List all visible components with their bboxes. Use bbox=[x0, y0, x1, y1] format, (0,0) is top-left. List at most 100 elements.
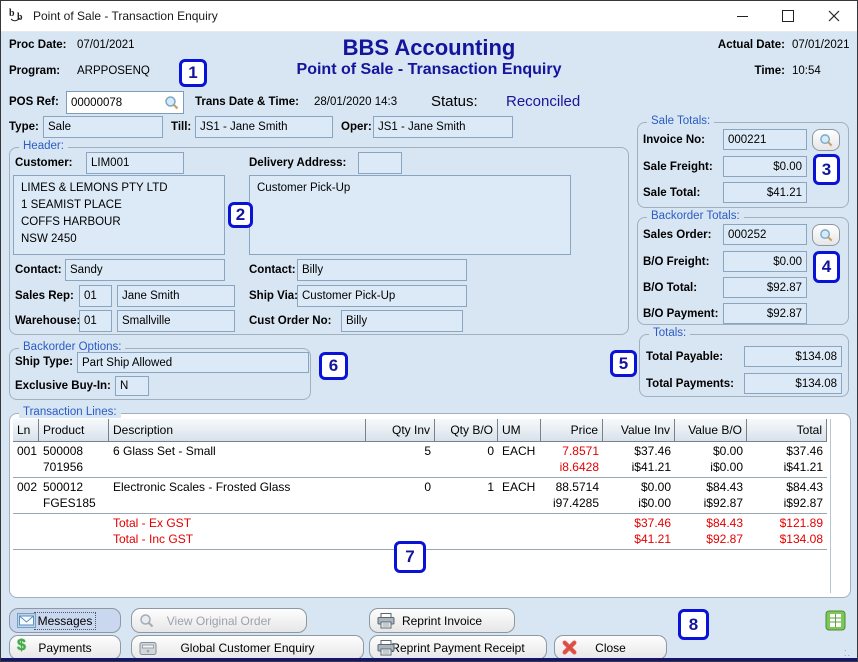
cell-qty-bo: 0 bbox=[435, 443, 498, 459]
search-icon bbox=[819, 133, 834, 148]
customer-field[interactable]: LIM001 bbox=[86, 152, 184, 174]
col-product[interactable]: Product bbox=[39, 419, 109, 441]
col-value-inv[interactable]: Value Inv bbox=[603, 419, 675, 441]
window-title: Point of Sale - Transaction Enquiry bbox=[33, 1, 218, 31]
warehouse-name-field[interactable]: Smallville bbox=[117, 310, 235, 332]
cust-order-field[interactable]: Billy bbox=[341, 310, 463, 332]
type-field[interactable]: Sale bbox=[43, 116, 163, 138]
ship-via-field[interactable]: Customer Pick-Up bbox=[297, 285, 467, 307]
cell-total: $37.46 bbox=[747, 443, 827, 459]
annotation-badge-5: 5 bbox=[610, 350, 637, 377]
warehouse-code-field[interactable]: 01 bbox=[79, 310, 112, 332]
col-um[interactable]: UM bbox=[498, 419, 541, 441]
sales-rep-code-field[interactable]: 01 bbox=[79, 285, 112, 307]
bo-payment-field[interactable]: $92.87 bbox=[723, 303, 807, 324]
table-row[interactable]: 001 500008 6 Glass Set - Small 5 0 EACH … bbox=[13, 442, 827, 478]
oper-field[interactable]: JS1 - Jane Smith bbox=[373, 116, 513, 138]
sale-freight-field[interactable]: $0.00 bbox=[723, 156, 807, 177]
close-x-icon bbox=[562, 640, 580, 656]
col-qty-bo[interactable]: Qty B/O bbox=[435, 419, 498, 441]
maximize-icon bbox=[782, 10, 794, 22]
cell-description: Electronic Scales - Frosted Glass bbox=[109, 479, 366, 495]
sales-rep-name-field[interactable]: Jane Smith bbox=[117, 285, 235, 307]
bo-freight-field[interactable]: $0.00 bbox=[723, 251, 807, 272]
cell-value-bo2: i$92.87 bbox=[675, 495, 747, 511]
bo-freight-label: B/O Freight: bbox=[643, 256, 709, 268]
cell-price: 7.8571 bbox=[541, 443, 603, 459]
cell-price2: i8.6428 bbox=[541, 459, 603, 475]
annotation-badge-7: 7 bbox=[394, 541, 426, 573]
view-original-order-button[interactable]: View Original Order bbox=[131, 608, 307, 633]
invoice-no-field[interactable]: 000221 bbox=[723, 129, 807, 150]
table-row[interactable]: 002 500012 Electronic Scales - Frosted G… bbox=[13, 478, 827, 514]
total-payments-label: Total Payments: bbox=[646, 378, 734, 390]
total-payable-field[interactable]: $134.08 bbox=[744, 346, 842, 367]
col-value-bo[interactable]: Value B/O bbox=[675, 419, 747, 441]
close-button-label: Close bbox=[595, 641, 626, 655]
svg-text:b: b bbox=[9, 8, 15, 19]
proc-date-label: Proc Date: bbox=[9, 39, 67, 51]
sales-order-label: Sales Order: bbox=[643, 229, 711, 241]
contact2-field[interactable]: Billy bbox=[297, 259, 467, 281]
cell-um: EACH bbox=[498, 479, 541, 495]
cell-ln: 001 bbox=[13, 443, 39, 459]
minimize-button[interactable] bbox=[719, 1, 765, 31]
billing-address-box[interactable]: LIMES & LEMONS PTY LTD 1 SEAMIST PLACE C… bbox=[13, 175, 225, 255]
sales-order-field[interactable]: 000252 bbox=[723, 224, 807, 245]
cell-qty-inv: 5 bbox=[366, 443, 435, 459]
sales-order-search-button[interactable] bbox=[812, 224, 840, 246]
application-window: bb Point of Sale - Transaction Enquiry P… bbox=[0, 0, 858, 662]
delivery-address-box[interactable]: Customer Pick-Up bbox=[249, 175, 571, 255]
totals-inc-gst-value-bo: $92.87 bbox=[675, 531, 747, 547]
cell-product: 500008 bbox=[39, 443, 109, 459]
close-window-button[interactable] bbox=[811, 1, 857, 31]
annotation-badge-8: 8 bbox=[678, 609, 709, 640]
sale-total-field[interactable]: $41.21 bbox=[723, 182, 807, 203]
global-customer-enquiry-button[interactable]: Global Customer Enquiry bbox=[131, 635, 364, 660]
cell-um: EACH bbox=[498, 443, 541, 459]
pos-ref-input[interactable]: 00000078 bbox=[66, 91, 184, 114]
payments-button[interactable]: $ Payments bbox=[9, 635, 121, 660]
col-total[interactable]: Total bbox=[747, 419, 827, 441]
totals-ex-gst-label: Total - Ex GST bbox=[109, 515, 366, 531]
invoice-search-button[interactable] bbox=[812, 129, 840, 151]
reprint-invoice-button[interactable]: Reprint Invoice bbox=[369, 608, 515, 633]
reprint-payment-receipt-button[interactable]: Reprint Payment Receipt bbox=[369, 635, 547, 660]
col-ln[interactable]: Ln bbox=[13, 419, 39, 441]
resize-grip[interactable]: ... bbox=[844, 646, 854, 656]
app-logo-icon: bb bbox=[9, 7, 27, 24]
bo-payment-label: B/O Payment: bbox=[643, 308, 718, 320]
totals-legend: Totals: bbox=[649, 327, 690, 339]
messages-button[interactable]: Messages bbox=[9, 608, 121, 633]
till-field[interactable]: JS1 - Jane Smith bbox=[195, 116, 333, 138]
totals-ex-gst-value-inv: $37.46 bbox=[603, 515, 675, 531]
pos-ref-value: 00000078 bbox=[71, 97, 122, 109]
pos-ref-search-icon[interactable] bbox=[164, 95, 180, 111]
contact-field[interactable]: Sandy bbox=[65, 259, 225, 281]
invoice-no-label: Invoice No: bbox=[643, 134, 705, 146]
totals-ex-gst-total: $121.89 bbox=[747, 515, 827, 531]
col-description[interactable]: Description bbox=[109, 419, 366, 441]
reprint-invoice-label: Reprint Invoice bbox=[402, 614, 482, 628]
cell-value-bo: $84.43 bbox=[675, 479, 747, 495]
total-payments-field[interactable]: $134.08 bbox=[744, 373, 842, 394]
close-window-icon bbox=[828, 10, 840, 22]
exclusive-buyin-field[interactable]: N bbox=[115, 376, 149, 396]
close-button[interactable]: Close bbox=[554, 635, 667, 660]
ship-type-field[interactable]: Part Ship Allowed bbox=[77, 352, 309, 373]
col-qty-inv[interactable]: Qty Inv bbox=[366, 419, 435, 441]
col-price[interactable]: Price bbox=[541, 419, 603, 441]
bo-total-field[interactable]: $92.87 bbox=[723, 277, 807, 298]
maximize-button[interactable] bbox=[765, 1, 811, 31]
annotation-badge-2: 2 bbox=[228, 202, 253, 228]
cell-total: $84.43 bbox=[747, 479, 827, 495]
printer-icon bbox=[377, 640, 395, 656]
table-scrollbar[interactable] bbox=[830, 419, 831, 593]
payments-button-label: Payments bbox=[38, 641, 91, 655]
dollar-icon: $ bbox=[17, 637, 35, 653]
export-spreadsheet-button[interactable] bbox=[823, 608, 848, 633]
annotation-badge-1: 1 bbox=[179, 59, 207, 87]
delivery-code-field[interactable] bbox=[358, 152, 402, 174]
totals-inc-gst-total: $134.08 bbox=[747, 531, 827, 547]
sale-total-label: Sale Total: bbox=[643, 187, 700, 199]
